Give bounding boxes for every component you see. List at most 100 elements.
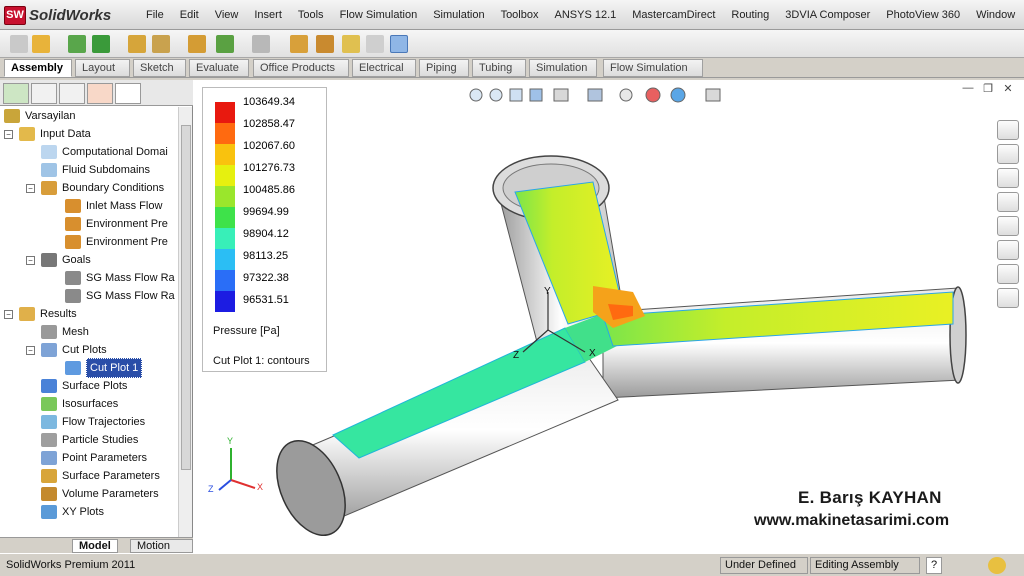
- toolbar-icon-print[interactable]: [128, 35, 146, 53]
- command-tab[interactable]: Assembly: [4, 59, 72, 77]
- design-library-icon[interactable]: [997, 144, 1019, 164]
- view-palette-icon[interactable]: [997, 192, 1019, 212]
- menu-item[interactable]: Simulation: [433, 9, 484, 21]
- menu-item[interactable]: Insert: [254, 9, 282, 21]
- toolbar-icon-undo[interactable]: [152, 35, 170, 53]
- legend-value: 98904.12: [243, 228, 289, 240]
- bottom-tab[interactable]: Motion Study 1: [130, 539, 193, 564]
- tree-node-label: SG Mass Flow Ra: [86, 272, 175, 284]
- app-logo[interactable]: SW SolidWorks: [4, 5, 111, 25]
- tree-node[interactable]: Inlet Mass Flow: [50, 197, 162, 215]
- tree-node[interactable]: Flow Trajectories: [26, 413, 145, 431]
- tree-node[interactable]: Isosurfaces: [26, 395, 118, 413]
- tree-node[interactable]: XY Plots: [26, 503, 104, 521]
- legend-color-swatch: [215, 144, 235, 165]
- solidworks-resources-icon[interactable]: [997, 120, 1019, 140]
- collapse-icon[interactable]: −: [4, 129, 13, 139]
- toolbar-icon-options[interactable]: [216, 35, 234, 53]
- command-tab[interactable]: Office Products: [253, 59, 349, 77]
- toolbar-icon-flow-settings[interactable]: [390, 35, 408, 53]
- pressure-legend[interactable]: Pressure [Pa] Cut Plot 1: contours 10364…: [202, 87, 327, 372]
- legend-color-swatch: [215, 228, 235, 249]
- menu-item[interactable]: Flow Simulation: [340, 9, 418, 21]
- collapse-icon[interactable]: −: [26, 255, 35, 265]
- tree-node[interactable]: Environment Pre: [50, 215, 168, 233]
- toolbar-icon-new[interactable]: [10, 35, 28, 53]
- restore-icon[interactable]: ❐: [978, 82, 998, 96]
- tree-node[interactable]: − Input Data: [4, 125, 91, 143]
- menu-item[interactable]: PhotoView 360: [886, 9, 960, 21]
- menu-item[interactable]: Toolbox: [501, 9, 539, 21]
- tree-node[interactable]: SG Mass Flow Ra: [50, 287, 175, 305]
- tree-node[interactable]: Surface Parameters: [26, 467, 160, 485]
- tree-scrollbar-thumb[interactable]: [181, 125, 191, 470]
- tree-node-icon: [19, 127, 35, 141]
- axis-label-z: Z: [513, 350, 520, 361]
- tree-node[interactable]: − Results: [4, 305, 77, 323]
- graphics-viewport[interactable]: Y X Z Y X Z Pressure [Pa] Cut Plot 1: co…: [193, 80, 1024, 553]
- property-manager-tab-icon[interactable]: [31, 83, 57, 104]
- menu-item[interactable]: 3DVIA Composer: [785, 9, 870, 21]
- tree-node[interactable]: SG Mass Flow Ra: [50, 269, 175, 287]
- toolbar-icon-flow-results[interactable]: [342, 35, 360, 53]
- collapse-icon[interactable]: −: [4, 309, 13, 319]
- tree-scrollbar[interactable]: [178, 107, 192, 537]
- command-tab[interactable]: Electrical: [352, 59, 416, 77]
- menu-item[interactable]: Window: [976, 9, 1015, 21]
- toolbar-icon-move[interactable]: [92, 35, 110, 53]
- close-icon[interactable]: ✕: [998, 82, 1018, 96]
- menu-item[interactable]: Edit: [180, 9, 199, 21]
- menu-item[interactable]: MastercamDirect: [632, 9, 715, 21]
- tree-node[interactable]: − Boundary Conditions: [26, 179, 164, 197]
- tree-root[interactable]: Varsayilan: [4, 107, 76, 125]
- tree-node[interactable]: − Cut Plots: [26, 341, 107, 359]
- menu-item[interactable]: File: [146, 9, 164, 21]
- toolbar-icon-flow-check[interactable]: [366, 35, 384, 53]
- file-explorer-icon[interactable]: [997, 168, 1019, 188]
- tree-node[interactable]: Environment Pre: [50, 233, 168, 251]
- tree-node[interactable]: Fluid Subdomains: [26, 161, 150, 179]
- menu-item[interactable]: Tools: [298, 9, 324, 21]
- tree-node[interactable]: Point Parameters: [26, 449, 147, 467]
- command-tab[interactable]: Simulation: [529, 59, 597, 77]
- command-tab[interactable]: Layout: [75, 59, 130, 77]
- custom-properties-icon[interactable]: [997, 240, 1019, 260]
- section-view-icon: [529, 88, 543, 102]
- tree-node[interactable]: − Goals: [26, 251, 91, 269]
- tree-node[interactable]: Volume Parameters: [26, 485, 159, 503]
- tree-node[interactable]: Cut Plot 1: [50, 358, 143, 378]
- toolbox-icon[interactable]: [997, 264, 1019, 284]
- sustainability-icon[interactable]: [997, 288, 1019, 308]
- tree-node[interactable]: Computational Domai: [26, 143, 168, 161]
- menu-item[interactable]: Routing: [731, 9, 769, 21]
- configuration-manager-tab-icon[interactable]: [59, 83, 85, 104]
- appearances-scenes-icon[interactable]: [997, 216, 1019, 236]
- toolbar-icon-mate[interactable]: [68, 35, 86, 53]
- legend-value: 102858.47: [243, 118, 295, 130]
- command-tab[interactable]: Evaluate: [189, 59, 249, 77]
- collapse-icon[interactable]: −: [26, 345, 35, 355]
- toolbar-icon-flow-run[interactable]: [316, 35, 334, 53]
- toolbar-icon-select[interactable]: [252, 35, 270, 53]
- tree-node-icon: [41, 343, 57, 357]
- appearance-tab-icon[interactable]: [87, 83, 113, 104]
- command-tab[interactable]: Flow Simulation: [603, 59, 703, 77]
- toolbar-icon-rebuild[interactable]: [188, 35, 206, 53]
- collapse-icon[interactable]: −: [26, 183, 35, 193]
- help-icon[interactable]: ?: [926, 557, 942, 574]
- toolbar-icon-open[interactable]: [32, 35, 50, 53]
- bottom-tab[interactable]: Model: [72, 539, 118, 553]
- command-tab[interactable]: Tubing: [472, 59, 526, 77]
- rebuild-status-icon[interactable]: [988, 557, 1006, 574]
- tree-node[interactable]: Mesh: [26, 323, 89, 341]
- tree-node[interactable]: Particle Studies: [26, 431, 138, 449]
- tree-node[interactable]: Surface Plots: [26, 377, 127, 395]
- toolbar-icon-flow-wizard[interactable]: [290, 35, 308, 53]
- menu-item[interactable]: ANSYS 12.1: [554, 9, 616, 21]
- command-tab[interactable]: Sketch: [133, 59, 186, 77]
- feature-manager-tab-icon[interactable]: [3, 83, 29, 104]
- flow-simulation-tab-icon[interactable]: [115, 83, 141, 104]
- command-tab[interactable]: Piping: [419, 59, 469, 77]
- minimize-icon[interactable]: —: [958, 82, 978, 96]
- menu-item[interactable]: View: [215, 9, 239, 21]
